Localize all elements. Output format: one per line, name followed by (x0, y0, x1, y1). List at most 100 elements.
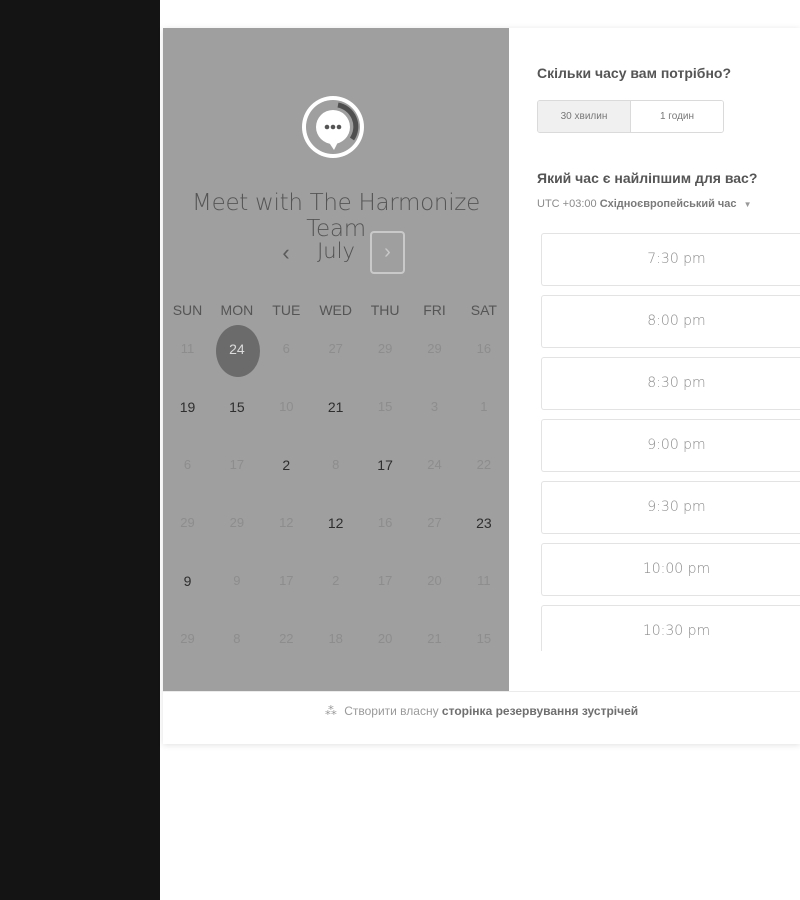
date-cell: 24 (410, 437, 459, 493)
date-number: 20 (377, 631, 393, 646)
chevron-down-icon: ▼ (743, 200, 752, 209)
date-number: 15 (377, 399, 393, 414)
duration-selector: 30 хвилин 1 годин (537, 100, 724, 133)
available-date-cell[interactable]: 23 (459, 495, 508, 551)
date-number: 9 (183, 573, 192, 589)
date-number: 29 (180, 515, 195, 530)
time-question: Який час є найліпшим для вас? (537, 170, 758, 186)
meeting-booking-card: Meet with The Harmonize Team ‹ July › SU… (163, 28, 800, 744)
date-cell: 9 (212, 553, 261, 609)
time-slot-button[interactable]: 7:30 pm (541, 233, 800, 286)
available-date-cell[interactable]: 17 (361, 437, 410, 493)
duration-question: Скільки часу вам потрібно? (537, 65, 732, 81)
month-navigation: ‹ July › (163, 230, 509, 276)
time-slot-button[interactable]: 10:00 pm (541, 543, 800, 596)
date-number: 2 (282, 457, 291, 473)
chat-bubble-icon (302, 89, 364, 165)
date-number: 23 (476, 515, 492, 531)
date-cell: 22 (262, 611, 311, 667)
calendar-panel: Meet with The Harmonize Team ‹ July › SU… (163, 28, 509, 691)
date-number: 29 (180, 631, 195, 646)
date-number: 6 (183, 457, 192, 472)
footer: ⁂ Створити власну сторінка резервування … (163, 704, 800, 718)
time-slot-button[interactable]: 9:00 pm (541, 419, 800, 472)
date-cell: 8 (212, 611, 261, 667)
footer-divider (163, 691, 800, 692)
date-number: 27 (328, 341, 343, 356)
timezone-name: Східноєвропейський час (599, 198, 737, 210)
time-slot-button[interactable]: 8:30 pm (541, 357, 800, 410)
date-cell: 2 (311, 553, 360, 609)
date-number: 19 (179, 399, 196, 415)
date-cell: 16 (361, 495, 410, 551)
date-number: 17 (377, 573, 393, 588)
date-number: 8 (233, 631, 241, 646)
date-number: 29 (229, 515, 245, 530)
hubspot-sprocket-icon: ⁂ (324, 704, 337, 718)
available-date-cell[interactable]: 19 (163, 379, 212, 435)
date-number: 22 (476, 457, 492, 472)
weekday-label: TUE (272, 302, 301, 318)
date-number: 15 (476, 631, 492, 646)
date-cell: 17 (262, 553, 311, 609)
timezone-dropdown[interactable]: UTC +03:00 Східноєвропейський час ▼ (537, 198, 752, 210)
create-booking-page-link[interactable]: сторінка резервування зустрічей (442, 704, 638, 718)
date-cell: 27 (311, 321, 360, 377)
date-cell: 29 (163, 495, 212, 551)
selected-date-cell[interactable]: 24 (212, 321, 261, 377)
date-number: 22 (279, 631, 294, 646)
date-number: 29 (377, 341, 393, 356)
available-date-cell[interactable]: 9 (163, 553, 212, 609)
date-number: 9 (233, 573, 241, 588)
date-cell: 29 (212, 495, 261, 551)
time-slot-button[interactable]: 10:30 pm (541, 605, 800, 651)
weekday-label: THU (370, 302, 400, 318)
date-cell: 10 (262, 379, 311, 435)
duration-1-hour-button[interactable]: 1 годин (631, 101, 723, 132)
date-number: 18 (328, 631, 343, 646)
date-cell: 16 (459, 321, 508, 377)
next-month-button[interactable]: › (370, 231, 405, 274)
date-number: 17 (377, 457, 393, 473)
date-number: 29 (427, 341, 442, 356)
time-slot-button[interactable]: 9:30 pm (541, 481, 800, 534)
date-cell: 17 (361, 553, 410, 609)
weekday-label: WED (319, 302, 353, 318)
date-cell: 22 (459, 437, 508, 493)
current-month-label: July (317, 239, 355, 263)
date-number: 24 (229, 341, 245, 357)
date-cell: 6 (262, 321, 311, 377)
date-number: 16 (377, 515, 393, 530)
weekday-label: FRI (423, 302, 446, 318)
previous-month-button[interactable]: ‹ (273, 239, 299, 267)
available-date-cell[interactable]: 2 (262, 437, 311, 493)
duration-30-min-button[interactable]: 30 хвилин (538, 101, 631, 132)
date-cell: 29 (163, 611, 212, 667)
available-date-cell[interactable]: 12 (311, 495, 360, 551)
date-number: 24 (427, 457, 442, 472)
left-sidebar-background (0, 0, 160, 900)
date-cell: 20 (361, 611, 410, 667)
weekday-label: SUN (172, 302, 203, 318)
date-number: 11 (477, 573, 491, 588)
time-slot-button[interactable]: 8:00 pm (541, 295, 800, 348)
available-date-cell[interactable]: 15 (212, 379, 261, 435)
date-cell: 3 (410, 379, 459, 435)
date-cell: 29 (410, 321, 459, 377)
date-number: 17 (229, 457, 245, 472)
date-number: 11 (180, 341, 195, 356)
weekday-label: MON (220, 302, 254, 318)
date-number: 1 (480, 399, 488, 414)
booking-options-panel: Скільки часу вам потрібно? 30 хвилин 1 г… (509, 28, 800, 691)
date-number: 21 (327, 399, 344, 415)
date-cell: 27 (410, 495, 459, 551)
date-cell: 11 (163, 321, 212, 377)
time-slot-list: 7:30 pm 8:00 pm 8:30 pm 9:00 pm 9:30 pm 10:00… (541, 233, 800, 651)
footer-prefix-text: Створити власну (344, 704, 439, 718)
date-number: 27 (427, 515, 442, 530)
date-cell: 15 (361, 379, 410, 435)
available-date-cell[interactable]: 21 (311, 379, 360, 435)
date-cell: 1 (459, 379, 508, 435)
date-cell: 17 (212, 437, 261, 493)
date-cell: 6 (163, 437, 212, 493)
